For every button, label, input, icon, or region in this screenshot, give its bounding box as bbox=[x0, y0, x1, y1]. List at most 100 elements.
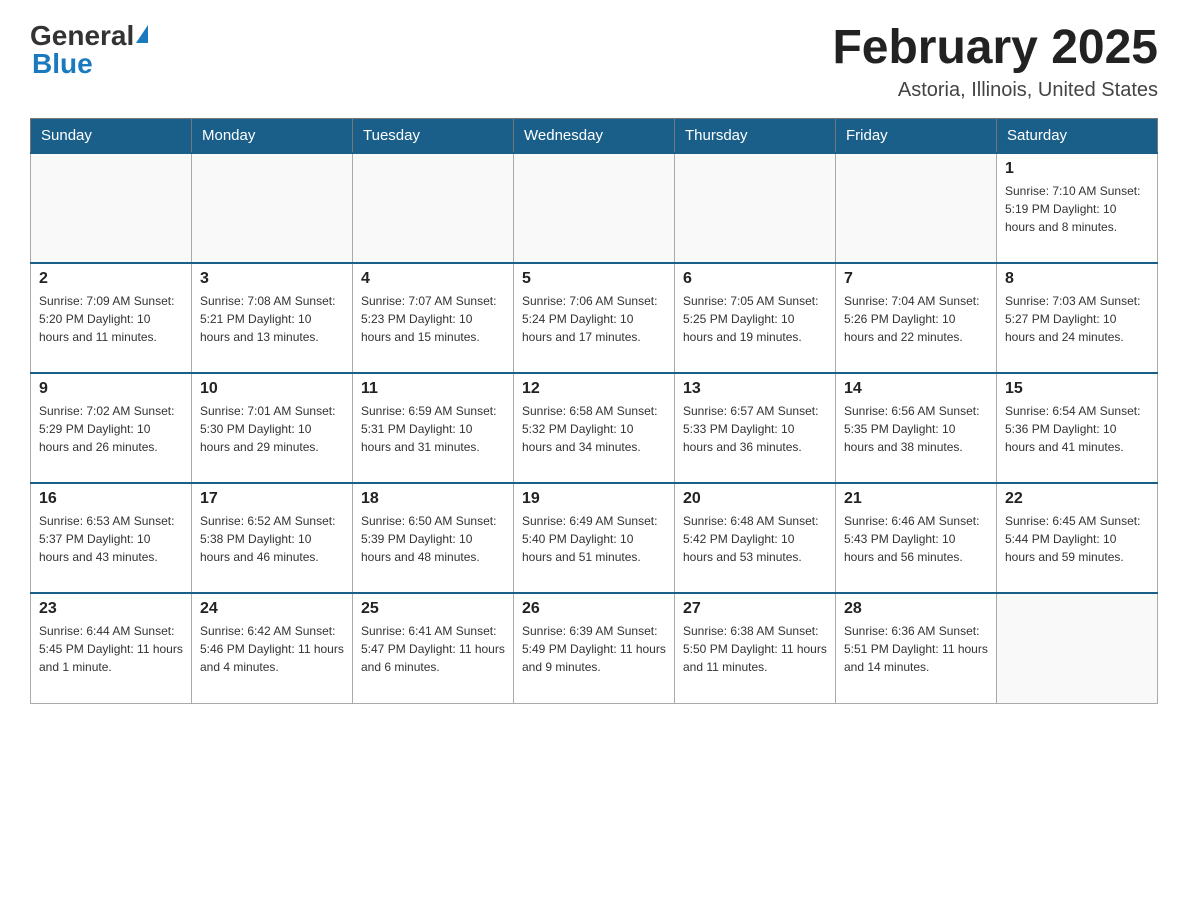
day-number: 16 bbox=[39, 490, 183, 508]
day-info: Sunrise: 6:50 AM Sunset: 5:39 PM Dayligh… bbox=[361, 512, 505, 566]
day-number: 4 bbox=[361, 270, 505, 288]
calendar-cell: 6 Sunrise: 7:05 AM Sunset: 5:25 PM Daylig… bbox=[675, 263, 836, 373]
day-info: Sunrise: 6:54 AM Sunset: 5:36 PM Dayligh… bbox=[1005, 402, 1149, 456]
month-title: February 2025 bbox=[832, 20, 1158, 75]
calendar-cell bbox=[836, 153, 997, 263]
week-row-4: 16 Sunrise: 6:53 AM Sunset: 5:37 PM Dayli… bbox=[31, 483, 1158, 593]
calendar-cell: 17Sunrise: 6:52 AM Sunset: 5:38 PM Dayli… bbox=[192, 483, 353, 593]
calendar-cell: 3 Sunrise: 7:08 AM Sunset: 5:21 PM Daylig… bbox=[192, 263, 353, 373]
day-number: 10 bbox=[200, 380, 344, 398]
day-info: Sunrise: 6:41 AM Sunset: 5:47 PM Dayligh… bbox=[361, 622, 505, 676]
page-header: General Blue February 2025 Astoria, Illi… bbox=[30, 20, 1158, 102]
day-number: 12 bbox=[522, 380, 666, 398]
calendar-cell: 5 Sunrise: 7:06 AM Sunset: 5:24 PM Daylig… bbox=[514, 263, 675, 373]
day-info: Sunrise: 7:09 AM Sunset: 5:20 PM Dayligh… bbox=[39, 292, 183, 346]
calendar-cell: 16 Sunrise: 6:53 AM Sunset: 5:37 PM Dayli… bbox=[31, 483, 192, 593]
weekday-header-row: Sunday Monday Tuesday Wednesday Thursday… bbox=[31, 119, 1158, 154]
calendar-cell: 13 Sunrise: 6:57 AM Sunset: 5:33 PM Dayli… bbox=[675, 373, 836, 483]
day-info: Sunrise: 6:42 AM Sunset: 5:46 PM Dayligh… bbox=[200, 622, 344, 676]
logo: General Blue bbox=[30, 20, 150, 80]
day-info: Sunrise: 6:56 AM Sunset: 5:35 PM Dayligh… bbox=[844, 402, 988, 456]
day-number: 17 bbox=[200, 490, 344, 508]
day-info: Sunrise: 6:57 AM Sunset: 5:33 PM Dayligh… bbox=[683, 402, 827, 456]
day-info: Sunrise: 7:10 AM Sunset: 5:19 PM Dayligh… bbox=[1005, 182, 1149, 236]
day-number: 23 bbox=[39, 600, 183, 618]
calendar-cell: 1 Sunrise: 7:10 AM Sunset: 5:19 PM Daylig… bbox=[997, 153, 1158, 263]
day-number: 6 bbox=[683, 270, 827, 288]
week-row-3: 9Sunrise: 7:02 AM Sunset: 5:29 PM Daylig… bbox=[31, 373, 1158, 483]
day-number: 24 bbox=[200, 600, 344, 618]
day-info: Sunrise: 6:36 AM Sunset: 5:51 PM Dayligh… bbox=[844, 622, 988, 676]
day-number: 15 bbox=[1005, 380, 1149, 398]
calendar-cell: 12 Sunrise: 6:58 AM Sunset: 5:32 PM Dayli… bbox=[514, 373, 675, 483]
day-number: 1 bbox=[1005, 160, 1149, 178]
day-info: Sunrise: 6:53 AM Sunset: 5:37 PM Dayligh… bbox=[39, 512, 183, 566]
calendar-cell: 25 Sunrise: 6:41 AM Sunset: 5:47 PM Dayli… bbox=[353, 593, 514, 703]
calendar-cell bbox=[514, 153, 675, 263]
calendar-cell bbox=[31, 153, 192, 263]
week-row-1: 1 Sunrise: 7:10 AM Sunset: 5:19 PM Daylig… bbox=[31, 153, 1158, 263]
day-number: 25 bbox=[361, 600, 505, 618]
day-info: Sunrise: 6:46 AM Sunset: 5:43 PM Dayligh… bbox=[844, 512, 988, 566]
day-info: Sunrise: 6:58 AM Sunset: 5:32 PM Dayligh… bbox=[522, 402, 666, 456]
header-friday: Friday bbox=[836, 119, 997, 154]
calendar-table: Sunday Monday Tuesday Wednesday Thursday… bbox=[30, 118, 1158, 704]
day-number: 20 bbox=[683, 490, 827, 508]
day-info: Sunrise: 7:03 AM Sunset: 5:27 PM Dayligh… bbox=[1005, 292, 1149, 346]
calendar-cell: 22Sunrise: 6:45 AM Sunset: 5:44 PM Dayli… bbox=[997, 483, 1158, 593]
header-sunday: Sunday bbox=[31, 119, 192, 154]
day-number: 28 bbox=[844, 600, 988, 618]
day-number: 7 bbox=[844, 270, 988, 288]
day-info: Sunrise: 7:01 AM Sunset: 5:30 PM Dayligh… bbox=[200, 402, 344, 456]
week-row-5: 23 Sunrise: 6:44 AM Sunset: 5:45 PM Dayli… bbox=[31, 593, 1158, 703]
day-number: 21 bbox=[844, 490, 988, 508]
calendar-cell: 14 Sunrise: 6:56 AM Sunset: 5:35 PM Dayli… bbox=[836, 373, 997, 483]
calendar-cell bbox=[675, 153, 836, 263]
day-number: 18 bbox=[361, 490, 505, 508]
calendar-cell: 28 Sunrise: 6:36 AM Sunset: 5:51 PM Dayli… bbox=[836, 593, 997, 703]
location-label: Astoria, Illinois, United States bbox=[832, 79, 1158, 102]
calendar-cell: 11 Sunrise: 6:59 AM Sunset: 5:31 PM Dayli… bbox=[353, 373, 514, 483]
calendar-cell: 4 Sunrise: 7:07 AM Sunset: 5:23 PM Daylig… bbox=[353, 263, 514, 373]
header-monday: Monday bbox=[192, 119, 353, 154]
day-number: 8 bbox=[1005, 270, 1149, 288]
day-number: 2 bbox=[39, 270, 183, 288]
day-info: Sunrise: 7:07 AM Sunset: 5:23 PM Dayligh… bbox=[361, 292, 505, 346]
calendar-cell: 7 Sunrise: 7:04 AM Sunset: 5:26 PM Daylig… bbox=[836, 263, 997, 373]
day-info: Sunrise: 7:06 AM Sunset: 5:24 PM Dayligh… bbox=[522, 292, 666, 346]
day-info: Sunrise: 6:39 AM Sunset: 5:49 PM Dayligh… bbox=[522, 622, 666, 676]
calendar-cell: 24 Sunrise: 6:42 AM Sunset: 5:46 PM Dayli… bbox=[192, 593, 353, 703]
calendar-cell: 9Sunrise: 7:02 AM Sunset: 5:29 PM Daylig… bbox=[31, 373, 192, 483]
day-info: Sunrise: 6:45 AM Sunset: 5:44 PM Dayligh… bbox=[1005, 512, 1149, 566]
calendar-cell: 15 Sunrise: 6:54 AM Sunset: 5:36 PM Dayli… bbox=[997, 373, 1158, 483]
day-info: Sunrise: 7:04 AM Sunset: 5:26 PM Dayligh… bbox=[844, 292, 988, 346]
calendar-cell: 27 Sunrise: 6:38 AM Sunset: 5:50 PM Dayli… bbox=[675, 593, 836, 703]
day-info: Sunrise: 6:59 AM Sunset: 5:31 PM Dayligh… bbox=[361, 402, 505, 456]
logo-blue-text: Blue bbox=[30, 48, 93, 80]
header-tuesday: Tuesday bbox=[353, 119, 514, 154]
calendar-cell: 2 Sunrise: 7:09 AM Sunset: 5:20 PM Daylig… bbox=[31, 263, 192, 373]
day-number: 3 bbox=[200, 270, 344, 288]
day-number: 11 bbox=[361, 380, 505, 398]
day-info: Sunrise: 7:05 AM Sunset: 5:25 PM Dayligh… bbox=[683, 292, 827, 346]
title-section: February 2025 Astoria, Illinois, United … bbox=[832, 20, 1158, 102]
day-info: Sunrise: 6:48 AM Sunset: 5:42 PM Dayligh… bbox=[683, 512, 827, 566]
calendar-cell: 10 Sunrise: 7:01 AM Sunset: 5:30 PM Dayli… bbox=[192, 373, 353, 483]
calendar-cell: 23 Sunrise: 6:44 AM Sunset: 5:45 PM Dayli… bbox=[31, 593, 192, 703]
day-info: Sunrise: 7:02 AM Sunset: 5:29 PM Dayligh… bbox=[39, 402, 183, 456]
day-number: 5 bbox=[522, 270, 666, 288]
day-number: 19 bbox=[522, 490, 666, 508]
header-saturday: Saturday bbox=[997, 119, 1158, 154]
day-info: Sunrise: 7:08 AM Sunset: 5:21 PM Dayligh… bbox=[200, 292, 344, 346]
day-number: 13 bbox=[683, 380, 827, 398]
day-info: Sunrise: 6:44 AM Sunset: 5:45 PM Dayligh… bbox=[39, 622, 183, 676]
day-number: 27 bbox=[683, 600, 827, 618]
calendar-cell: 21 Sunrise: 6:46 AM Sunset: 5:43 PM Dayli… bbox=[836, 483, 997, 593]
header-wednesday: Wednesday bbox=[514, 119, 675, 154]
logo-triangle-icon bbox=[136, 25, 148, 43]
calendar-cell: 26 Sunrise: 6:39 AM Sunset: 5:49 PM Dayli… bbox=[514, 593, 675, 703]
day-number: 14 bbox=[844, 380, 988, 398]
day-number: 26 bbox=[522, 600, 666, 618]
calendar-cell bbox=[192, 153, 353, 263]
day-info: Sunrise: 6:38 AM Sunset: 5:50 PM Dayligh… bbox=[683, 622, 827, 676]
